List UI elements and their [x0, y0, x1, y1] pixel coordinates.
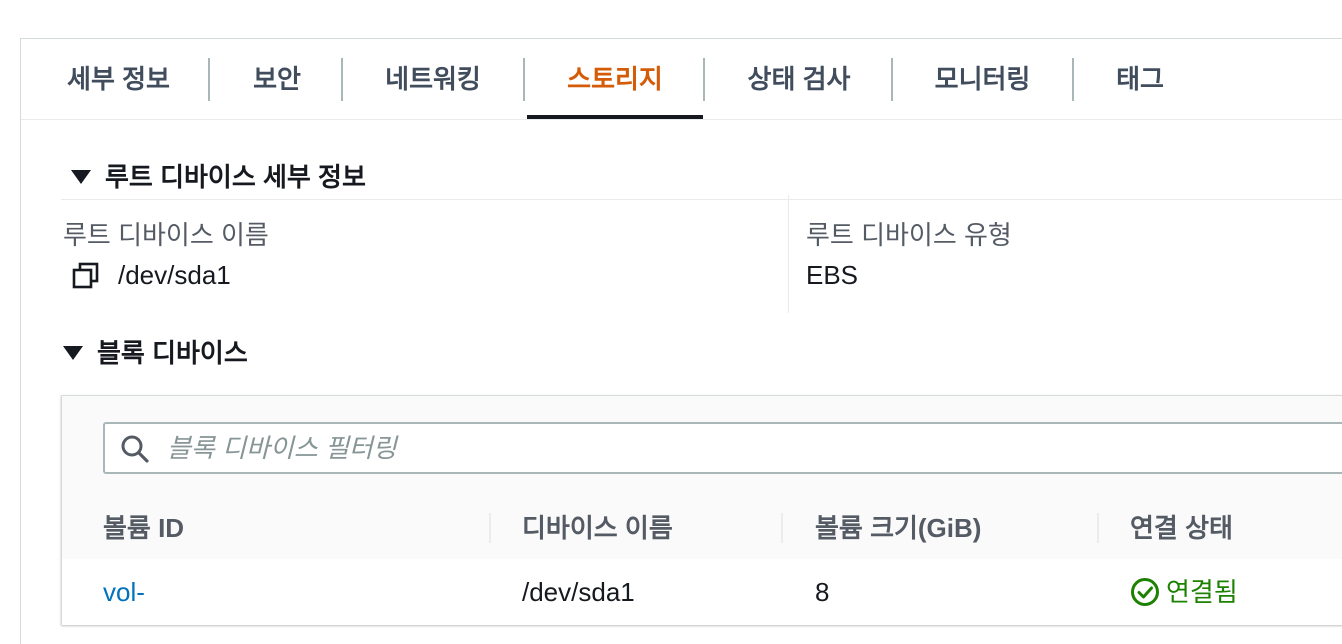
device-name-cell: /dev/sda1: [522, 577, 635, 607]
table-header-row: 볼륨 ID 디바이스 이름 볼륨 크기(GiB) 연결 상태: [62, 497, 1342, 560]
attachment-status-cell: 연결됨: [1130, 559, 1238, 625]
tab-divider: [703, 58, 705, 101]
tab-networking[interactable]: 네트워킹: [385, 39, 481, 119]
volume-size-cell: 8: [815, 577, 830, 607]
root-device-type-label: 루트 디바이스 유형: [806, 220, 1012, 250]
copy-icon[interactable]: [72, 262, 100, 290]
table-row: vol- /dev/sda1 8 연결됨: [62, 559, 1342, 625]
column-resizer[interactable]: [489, 513, 491, 543]
search-icon: [121, 435, 149, 463]
block-devices-table: 볼륨 ID 디바이스 이름 볼륨 크기(GiB) 연결 상태 vol- /dev…: [61, 395, 1342, 625]
filter-box[interactable]: [103, 422, 1342, 474]
divider: [61, 199, 1342, 200]
tab-security[interactable]: 보안: [252, 39, 302, 119]
column-header-volume-id[interactable]: 볼륨 ID: [103, 497, 184, 559]
block-devices-section-toggle[interactable]: 블록 디바이스: [63, 333, 248, 370]
column-resizer[interactable]: [781, 513, 783, 543]
column-divider: [788, 195, 789, 313]
tab-monitoring[interactable]: 모니터링: [934, 39, 1031, 119]
root-device-name-label: 루트 디바이스 이름: [63, 220, 269, 250]
filter-input[interactable]: [167, 428, 1317, 468]
volume-id-link[interactable]: vol-: [103, 559, 145, 625]
tab-divider: [891, 58, 893, 101]
column-header-attachment-status[interactable]: 연결 상태: [1130, 497, 1233, 559]
block-devices-section-title: 블록 디바이스: [97, 338, 248, 368]
check-circle-icon: [1131, 578, 1159, 607]
caret-down-icon: [63, 346, 83, 361]
tab-details[interactable]: 세부 정보: [65, 39, 172, 119]
root-device-name-value: /dev/sda1: [118, 260, 231, 290]
tab-divider: [523, 58, 525, 101]
tab-divider: [341, 58, 343, 101]
column-header-device-name[interactable]: 디바이스 이름: [522, 497, 673, 559]
attachment-status-label: 연결됨: [1166, 577, 1238, 607]
tab-bar: 세부 정보 보안 네트워킹 스토리지 상태 검사 모니터링 태그: [21, 39, 1342, 120]
tab-status-checks[interactable]: 상태 검사: [746, 39, 852, 119]
tab-divider: [208, 58, 210, 101]
tab-storage[interactable]: 스토리지: [527, 39, 703, 119]
root-device-section-title: 루트 디바이스 세부 정보: [105, 162, 366, 192]
column-header-volume-size[interactable]: 볼륨 크기(GiB): [815, 497, 981, 559]
caret-down-icon: [71, 170, 91, 185]
tab-tags[interactable]: 태그: [1115, 39, 1165, 119]
column-resizer[interactable]: [1097, 513, 1099, 543]
root-device-type-value: EBS: [806, 260, 859, 290]
tab-divider: [1072, 58, 1074, 101]
table-filter-bar: [62, 396, 1342, 498]
instance-details-panel: 세부 정보 보안 네트워킹 스토리지 상태 검사 모니터링 태그 루트 디바이스…: [20, 38, 1342, 644]
root-device-section-toggle[interactable]: 루트 디바이스 세부 정보: [71, 157, 366, 194]
